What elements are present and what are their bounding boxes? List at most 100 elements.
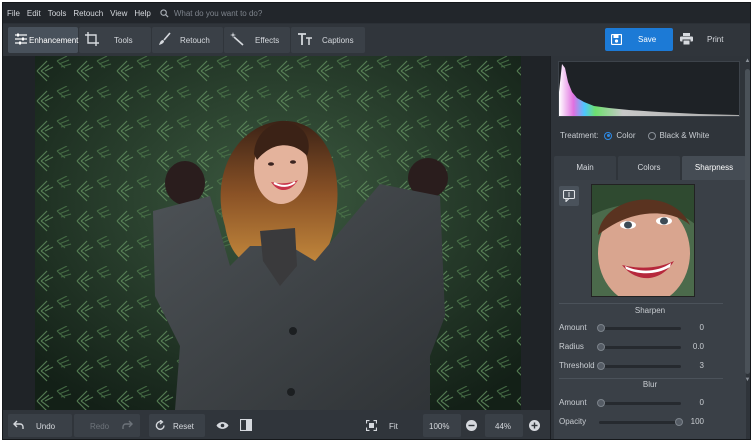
- color-radio-label[interactable]: Color: [616, 131, 635, 140]
- floppy-disk-icon: [611, 34, 622, 45]
- sharpen-amount-handle[interactable]: [597, 324, 605, 332]
- panel-tabs: Main Colors Sharpness: [554, 156, 746, 180]
- blur-title: Blur: [642, 380, 658, 389]
- reset-button[interactable]: Reset: [149, 414, 205, 437]
- save-button-label: Save: [638, 35, 657, 44]
- scroll-down-arrow[interactable]: ▼: [743, 377, 750, 386]
- main-toolbar: Enhancement Tools Retouch Effects Captio…: [3, 24, 750, 56]
- zoom-100-label: 100%: [429, 422, 450, 431]
- reset-label: Reset: [173, 422, 194, 431]
- sharpness-preview-thumbnail: [591, 184, 695, 297]
- zoom-level-field[interactable]: 44%: [485, 414, 523, 437]
- fit-button[interactable]: Fit: [363, 414, 415, 437]
- minus-circle-icon: [466, 420, 477, 431]
- search-placeholder: What do you want to do?: [173, 8, 263, 18]
- print-button[interactable]: Print: [677, 28, 739, 51]
- menu-retouch[interactable]: Retouch: [73, 9, 103, 18]
- scroll-thumb[interactable]: [745, 69, 750, 374]
- fit-label: Fit: [389, 422, 398, 431]
- eye-icon: [216, 422, 229, 429]
- sharpness-panel: Sharpen Amount 0 Radius 0.0 Threshold 3 …: [554, 180, 746, 439]
- edited-photo[interactable]: [35, 56, 521, 410]
- undo-button[interactable]: Undo: [8, 414, 72, 437]
- black-white-radio-label[interactable]: Black & White: [660, 131, 710, 140]
- print-button-label: Print: [707, 35, 724, 44]
- sharpen-threshold-slider[interactable]: [597, 362, 681, 370]
- image-canvas[interactable]: [3, 56, 550, 410]
- search-icon: [160, 8, 169, 18]
- compare-button[interactable]: [236, 414, 256, 437]
- menu-tools[interactable]: Tools: [48, 9, 67, 18]
- blur-amount-slider[interactable]: [597, 399, 681, 407]
- printer-icon: [680, 33, 693, 45]
- tab-effects-label: Effects: [255, 36, 280, 45]
- treatment-label: Treatment:: [560, 131, 599, 140]
- color-radio[interactable]: [604, 131, 613, 140]
- sharpen-threshold-label: Threshold: [559, 361, 595, 370]
- blur-amount-value: 0: [699, 398, 704, 407]
- menu-edit[interactable]: Edit: [27, 9, 41, 18]
- tab-sharpness[interactable]: Sharpness: [682, 156, 746, 180]
- sharpen-radius-slider[interactable]: [597, 343, 681, 351]
- reset-icon: [155, 420, 165, 430]
- tab-tools[interactable]: Tools: [79, 27, 151, 53]
- menu-bar: File Edit Tools Retouch View Help What d…: [3, 3, 750, 23]
- text-icon: [298, 33, 312, 45]
- preview-toggle-button[interactable]: [213, 414, 233, 437]
- blur-opacity-slider[interactable]: [599, 418, 683, 426]
- menu-file[interactable]: File: [7, 9, 20, 18]
- save-button[interactable]: Save: [605, 28, 673, 51]
- tab-enhancement-label: Enhancement: [29, 36, 79, 45]
- undo-label: Undo: [36, 422, 56, 431]
- sharpen-amount-value: 0: [699, 323, 704, 332]
- menu-help[interactable]: Help: [134, 9, 150, 18]
- before-after-icon: [240, 419, 252, 431]
- sliders-icon: [15, 33, 27, 45]
- tab-retouch-label: Retouch: [180, 36, 210, 45]
- histogram: [558, 61, 740, 117]
- plus-circle-icon: [529, 420, 540, 431]
- bottom-toolbar: Undo Redo Reset Fit 100% 44%: [3, 410, 550, 439]
- tab-enhancement[interactable]: Enhancement: [8, 27, 78, 53]
- brush-icon: [159, 32, 171, 45]
- crop-icon: [85, 32, 99, 46]
- blur-amount-handle[interactable]: [597, 399, 605, 407]
- redo-label: Redo: [90, 422, 110, 431]
- fit-icon: [366, 420, 377, 431]
- sharpen-threshold-handle[interactable]: [597, 362, 605, 370]
- photo-editor-window: File Edit Tools Retouch View Help What d…: [2, 2, 751, 440]
- zoom-out-button[interactable]: [465, 414, 479, 437]
- sharpen-radius-label: Radius: [559, 342, 584, 351]
- tab-retouch[interactable]: Retouch: [152, 27, 223, 53]
- undo-icon: [13, 420, 24, 429]
- redo-icon: [122, 420, 133, 429]
- tab-effects[interactable]: Effects: [224, 27, 290, 53]
- sharpen-threshold-value: 3: [699, 361, 704, 370]
- tab-main[interactable]: Main: [554, 156, 616, 180]
- sharpen-radius-value: 0.0: [692, 342, 704, 351]
- tab-colors[interactable]: Colors: [618, 156, 680, 180]
- blur-opacity-value: 100: [690, 417, 704, 426]
- treatment-selector: Treatment: Color Black & White: [560, 131, 709, 140]
- black-white-radio[interactable]: [647, 131, 656, 140]
- redo-button[interactable]: Redo: [74, 414, 140, 437]
- preview-compare-button[interactable]: [559, 186, 579, 206]
- zoom-in-button[interactable]: [528, 414, 542, 437]
- compare-bubble-icon: [563, 190, 575, 202]
- magic-wand-icon: [230, 32, 244, 46]
- sharpen-divider: [559, 303, 723, 304]
- blur-amount-label: Amount: [559, 398, 587, 407]
- blur-divider: [559, 378, 723, 379]
- sharpen-title: Sharpen: [634, 306, 666, 315]
- tab-captions-label: Captions: [322, 36, 354, 45]
- adjustments-panel: Treatment: Color Black & White Main Colo…: [550, 56, 750, 439]
- sharpen-radius-handle[interactable]: [597, 343, 605, 351]
- menu-view[interactable]: View: [110, 9, 127, 18]
- scroll-up-arrow[interactable]: ▲: [743, 58, 750, 67]
- tab-captions[interactable]: Captions: [291, 27, 365, 53]
- blur-opacity-label: Opacity: [559, 417, 587, 426]
- zoom-100-button[interactable]: 100%: [423, 414, 461, 437]
- sharpen-amount-slider[interactable]: [597, 324, 681, 332]
- command-search[interactable]: What do you want to do?: [160, 8, 263, 18]
- panel-scrollbar[interactable]: ▲ ▼: [743, 3, 750, 388]
